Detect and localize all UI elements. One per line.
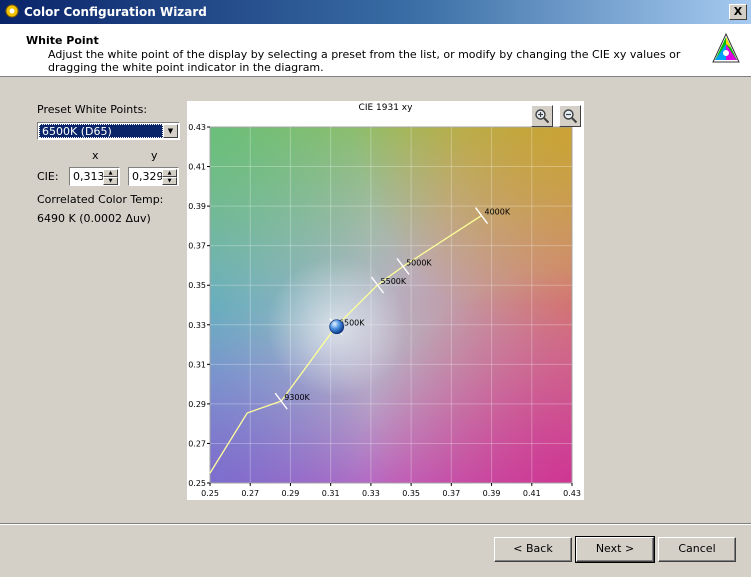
cie-x-spinner[interactable]: 0,313 ▲ ▼: [69, 167, 120, 186]
x-tick-label: 0.41: [523, 489, 541, 498]
y-tick-label: 0.27: [188, 439, 206, 448]
window-title: Color Configuration Wizard: [24, 5, 207, 19]
cie-y-value[interactable]: 0,329: [132, 170, 164, 183]
spin-down-icon[interactable]: ▼: [162, 177, 177, 185]
marker-label: 5000K: [406, 258, 432, 267]
zoom-in-button[interactable]: [531, 105, 553, 127]
x-tick-label: 0.31: [322, 489, 340, 498]
x-tick-label: 0.35: [402, 489, 420, 498]
page-description: Adjust the white point of the display by…: [48, 48, 681, 74]
cct-label: Correlated Color Temp:: [37, 193, 164, 206]
y-tick-label: 0.41: [188, 163, 206, 172]
y-tick-label: 0.25: [188, 479, 206, 488]
zoom-in-icon: [535, 109, 550, 124]
preset-selected-value: 6500K (D65): [39, 124, 163, 138]
x-tick-label: 0.27: [241, 489, 259, 498]
x-tick-label: 0.29: [282, 489, 300, 498]
cie-x-header: x: [92, 149, 99, 162]
cancel-button[interactable]: Cancel: [658, 537, 736, 562]
white-point-handle[interactable]: [329, 319, 345, 335]
zoom-out-button[interactable]: [559, 105, 581, 127]
y-tick-label: 0.31: [188, 360, 206, 369]
cie-y-header: y: [151, 149, 158, 162]
y-tick-label: 0.33: [188, 321, 206, 330]
x-tick-label: 0.37: [442, 489, 460, 498]
marker-label: 9300K: [284, 393, 310, 402]
chevron-down-icon[interactable]: ▼: [163, 124, 178, 138]
preset-label: Preset White Points:: [37, 103, 148, 116]
chart-title: CIE 1931 xy: [358, 103, 413, 113]
cie-label: CIE:: [37, 170, 59, 183]
color-wheel-icon: [711, 32, 741, 69]
cie-diagram[interactable]: 0.25 0.27 0.29 0.31 0.33 0.35 0.37 0.39 0.41 0.43…: [187, 101, 584, 500]
y-tick-label: 0.35: [188, 281, 206, 290]
preset-dropdown[interactable]: 6500K (D65) ▼: [37, 122, 180, 140]
x-tick-label: 0.43: [563, 489, 581, 498]
footer-separator: [0, 523, 751, 525]
diagram-color-field: [209, 126, 573, 484]
spin-up-icon[interactable]: ▲: [162, 169, 177, 177]
x-tick-label: 0.33: [362, 489, 380, 498]
title-bar: Color Configuration Wizard X: [0, 0, 751, 24]
y-tick-label: 0.39: [188, 202, 206, 211]
spin-down-icon[interactable]: ▼: [103, 177, 118, 185]
close-button[interactable]: X: [729, 4, 747, 20]
white-point-indicator[interactable]: [329, 319, 345, 335]
marker-label: 5500K: [381, 277, 407, 286]
y-tick-label: 0.37: [188, 242, 206, 251]
x-tick-label: 0.39: [483, 489, 501, 498]
cie-y-spinner[interactable]: 0,329 ▲ ▼: [128, 167, 179, 186]
wizard-header: White Point Adjust the white point of th…: [0, 24, 751, 77]
marker-label: 4000K: [485, 208, 511, 217]
zoom-out-icon: [563, 109, 578, 124]
cie-diagram-panel: 0.25 0.27 0.29 0.31 0.33 0.35 0.37 0.39 0.41 0.43…: [187, 101, 584, 500]
spin-up-icon[interactable]: ▲: [103, 169, 118, 177]
next-button[interactable]: Next >: [575, 536, 655, 563]
y-tick-label: 0.43: [188, 123, 206, 132]
page-title: White Point: [26, 34, 99, 47]
cie-x-value[interactable]: 0,313: [73, 170, 105, 183]
y-tick-label: 0.29: [188, 400, 206, 409]
back-button[interactable]: < Back: [494, 537, 572, 562]
app-icon: [5, 4, 19, 21]
x-tick-label: 0.25: [201, 489, 219, 498]
cct-value: 6490 K (0.0002 Δuv): [37, 212, 151, 225]
